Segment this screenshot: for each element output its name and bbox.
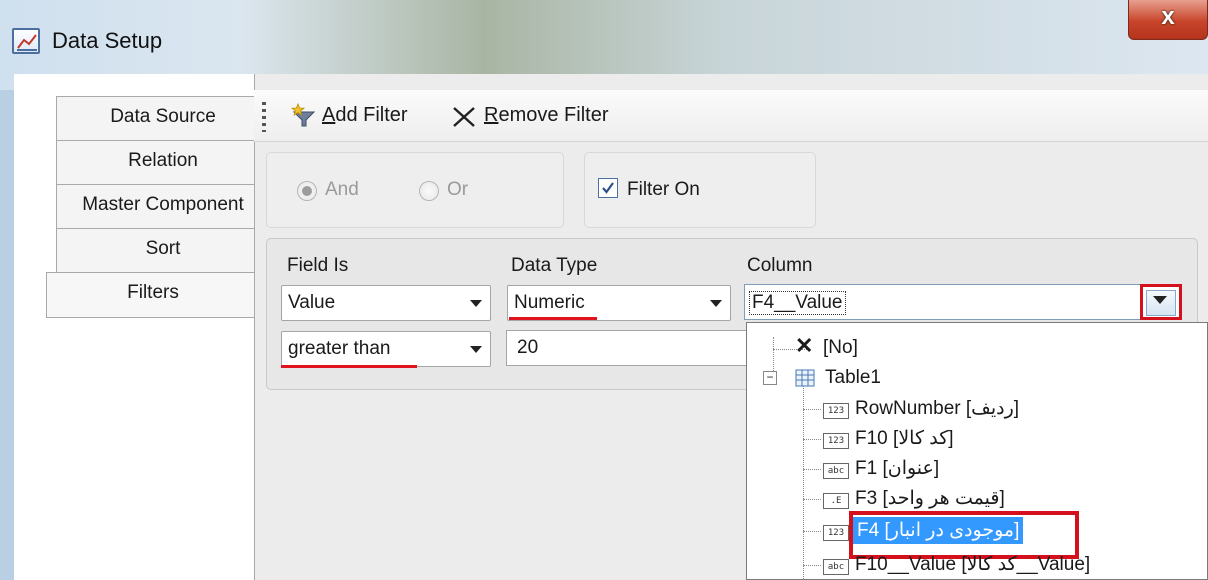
column-value: F4__Value [749, 291, 846, 315]
column-header: Column [747, 255, 813, 276]
tree-item-f1[interactable]: abc F1 [عنوان] [803, 455, 1203, 485]
field-is-header: Field Is [287, 255, 349, 276]
close-icon: x [1161, 3, 1175, 30]
column-tree-dropdown[interactable]: ✕ [No] − Table1 123 RowNumber [ردیف] 123… [746, 322, 1208, 580]
value-input[interactable]: 20 [506, 330, 756, 366]
tab-label: Relation [128, 150, 198, 171]
add-filter-icon [290, 102, 316, 127]
tree-item-label: F3 [قیمت هر واحد] [855, 488, 1005, 509]
column-dropdown-button[interactable] [1140, 284, 1182, 320]
chevron-down-icon [470, 346, 482, 353]
add-filter-button[interactable]: Add Filter [276, 96, 436, 136]
column-combo[interactable]: F4__Value [744, 284, 1142, 320]
tree-connector [803, 499, 821, 500]
tab-data-source[interactable]: Data Source [56, 96, 269, 142]
tree-item-label: [No] [823, 337, 858, 358]
and-radio[interactable] [297, 181, 317, 201]
decimal-type-icon: .E [823, 493, 849, 509]
filter-on-checkbox[interactable] [598, 178, 618, 198]
tab-label: Filters [127, 282, 179, 303]
condition-value: greater than [288, 338, 391, 359]
tree-connector [803, 409, 821, 410]
data-type-value: Numeric [514, 292, 585, 313]
filter-on-group: Filter On [584, 152, 816, 228]
checkmark-icon [602, 182, 614, 194]
tab-label: Sort [145, 238, 181, 259]
field-is-value: Value [288, 292, 336, 313]
field-is-combo[interactable]: Value [281, 285, 491, 321]
tab-sort[interactable]: Sort [56, 228, 269, 274]
tab-strip: Data Source Relation Master Component So… [14, 74, 269, 580]
tree-item-label: F10__Value [کد کالا__Value] [855, 554, 1091, 575]
add-filter-label: Add Filter [322, 104, 408, 126]
tab-label: Data Source [110, 106, 216, 127]
chevron-down-icon [1153, 296, 1167, 304]
tree-item-label: F1 [عنوان] [855, 458, 940, 479]
tree-connector [803, 469, 821, 470]
remove-filter-label: Remove Filter [484, 104, 609, 126]
tree-item-rownumber[interactable]: 123 RowNumber [ردیف] [803, 395, 1203, 425]
table-icon [795, 369, 815, 387]
numeric-type-icon: 123 [823, 525, 849, 541]
data-type-combo[interactable]: Numeric [507, 285, 731, 321]
remove-filter-button[interactable]: Remove Filter [446, 96, 636, 136]
tree-connector [803, 565, 821, 566]
logic-group: And Or [266, 152, 564, 228]
or-label: Or [447, 179, 469, 200]
data-type-header: Data Type [511, 255, 598, 276]
tree-item-f10[interactable]: 123 F10 [کد کالا] [803, 425, 1203, 455]
tab-relation[interactable]: Relation [56, 140, 269, 186]
toolbar-grip[interactable] [262, 102, 266, 132]
tree-item-label: Table1 [825, 367, 881, 388]
window-title: Data Setup [52, 28, 163, 53]
x-icon: ✕ [795, 333, 814, 358]
tab-filters[interactable]: Filters [46, 272, 259, 318]
value-text: 20 [517, 337, 539, 358]
numeric-type-icon: 123 [823, 433, 849, 449]
chevron-down-icon [470, 300, 482, 307]
tree-item-label: RowNumber [ردیف] [855, 398, 1020, 419]
text-type-icon: abc [823, 559, 849, 575]
condition-combo[interactable]: greater than [281, 331, 491, 367]
annotation-underline [509, 317, 597, 320]
and-label: And [325, 179, 359, 200]
chevron-down-icon [710, 300, 722, 307]
tree-connector [803, 439, 821, 440]
annotation-underline [281, 365, 417, 368]
collapse-icon: − [763, 371, 777, 385]
numeric-type-icon: 123 [823, 403, 849, 419]
tree-item-label: F10 [کد کالا] [855, 428, 954, 449]
text-type-icon: abc [823, 463, 849, 479]
tree-item-f10-value[interactable]: abc F10__Value [کد کالا__Value] [803, 551, 1207, 579]
filter-on-label: Filter On [627, 179, 700, 200]
remove-icon [453, 107, 475, 127]
tab-label: Master Component [82, 194, 244, 215]
chart-icon [12, 28, 40, 54]
tab-master-component[interactable]: Master Component [56, 184, 269, 230]
or-radio[interactable] [419, 181, 439, 201]
close-button[interactable]: x [1128, 0, 1208, 40]
tree-item-table1[interactable]: − Table1 [763, 365, 963, 395]
tree-connector [803, 531, 821, 532]
